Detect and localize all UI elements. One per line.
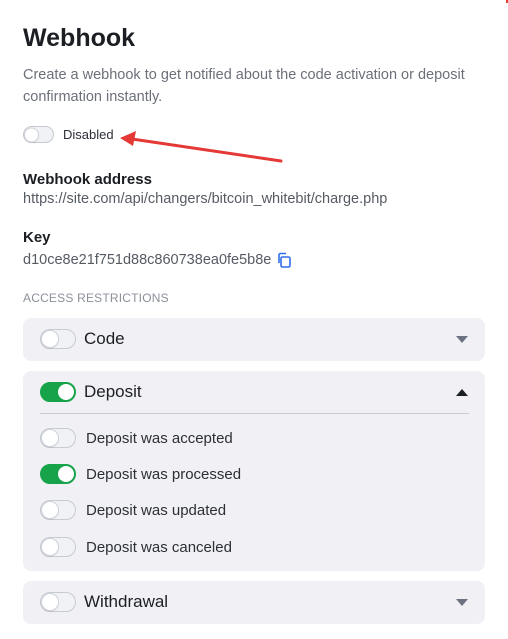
deposit-label: Deposit [84,382,142,401]
copy-icon[interactable] [276,252,292,268]
toggle-knob [58,466,74,482]
deposit-divider [40,413,469,414]
toggle-knob [25,128,38,141]
access-panel-deposit-header[interactable]: Deposit [40,382,469,402]
toggle-knob [42,430,58,446]
toggle-knob [42,539,58,555]
access-panel-withdrawal: Withdrawal [23,581,485,624]
deposit-item-canceled: Deposit was canceled [40,537,232,557]
deposit-accepted-label: Deposit was accepted [86,429,233,447]
deposit-accepted-toggle[interactable] [40,428,76,448]
withdrawal-label: Withdrawal [84,592,169,611]
webhook-enabled-toggle[interactable] [23,126,54,143]
toggle-knob [42,502,58,518]
webhook-address-value: https://site.com/api/changers/bitcoin_wh… [23,191,388,207]
webhook-status-row: Disabled [23,126,114,143]
key-row: d10ce8e21f751d88c860738ea0fe5b8e [23,252,292,268]
deposit-canceled-toggle[interactable] [40,537,76,557]
key-value: d10ce8e21f751d88c860738ea0fe5b8e [23,252,272,268]
deposit-item-processed: Deposit was processed [40,464,241,484]
annotation-arrow [120,131,283,163]
webhook-address-label: Webhook address [23,171,152,188]
toggle-knob [42,594,58,610]
access-panel-deposit: Deposit Deposit was accepted Deposit was… [23,371,485,571]
deposit-updated-label: Deposit was updated [86,501,227,519]
deposit-updated-toggle[interactable] [40,500,76,520]
toggle-knob [58,384,74,400]
chevron-up-icon[interactable] [455,387,469,397]
key-label: Key [23,229,51,246]
deposit-item-accepted: Deposit was accepted [40,428,233,448]
code-toggle[interactable] [40,329,76,349]
access-panel-code: Code [23,318,485,361]
deposit-processed-label: Deposit was processed [86,465,242,483]
code-label: Code [84,329,125,348]
deposit-canceled-label: Deposit was canceled [86,538,232,556]
deposit-item-updated: Deposit was updated [40,500,226,520]
chevron-down-icon[interactable] [455,334,469,344]
deposit-toggle[interactable] [40,382,76,402]
access-panel-code-header[interactable]: Code [40,329,469,349]
access-restrictions-title: ACCESS RESTRICTIONS [23,291,169,305]
access-panel-withdrawal-header[interactable]: Withdrawal [40,592,469,612]
page-description: Create a webhook to get notified about t… [23,67,465,105]
withdrawal-toggle[interactable] [40,592,76,612]
toggle-knob [42,331,58,347]
deposit-processed-toggle[interactable] [40,464,76,484]
page-title: Webhook [23,24,136,52]
webhook-status-label: Disabled [63,127,114,142]
chevron-down-icon[interactable] [455,597,469,607]
